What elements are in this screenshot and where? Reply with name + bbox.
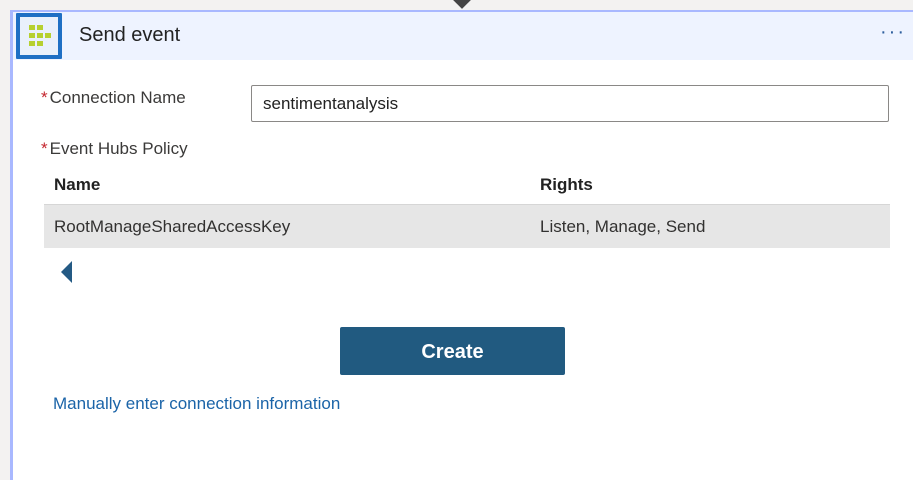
card-header[interactable]: Send event ··· bbox=[13, 12, 913, 60]
policy-name-cell: RootManageSharedAccessKey bbox=[54, 217, 291, 236]
event-hubs-icon bbox=[16, 13, 62, 59]
previous-page-icon[interactable] bbox=[61, 261, 72, 283]
policy-rights-cell: Listen, Manage, Send bbox=[540, 217, 706, 236]
action-card: Send event ··· * Connection Name sentimen… bbox=[10, 10, 913, 480]
column-header-rights: Rights bbox=[540, 175, 593, 194]
event-hubs-policy-label: * Event Hubs Policy bbox=[41, 139, 188, 158]
required-marker: * bbox=[41, 139, 48, 158]
table-row[interactable]: RootManageSharedAccessKey Listen, Manage… bbox=[44, 205, 890, 248]
card-title: Send event bbox=[79, 24, 181, 46]
connection-name-label: * Connection Name bbox=[41, 88, 186, 107]
connection-name-input[interactable]: sentimentanalysis bbox=[251, 85, 889, 122]
column-header-name: Name bbox=[54, 175, 101, 194]
create-button[interactable]: Create bbox=[340, 327, 565, 375]
required-marker: * bbox=[41, 88, 48, 107]
manual-connection-link[interactable]: Manually enter connection information bbox=[53, 394, 340, 414]
connector-arrow-icon bbox=[452, 0, 472, 9]
more-options-icon[interactable]: ··· bbox=[880, 22, 906, 42]
